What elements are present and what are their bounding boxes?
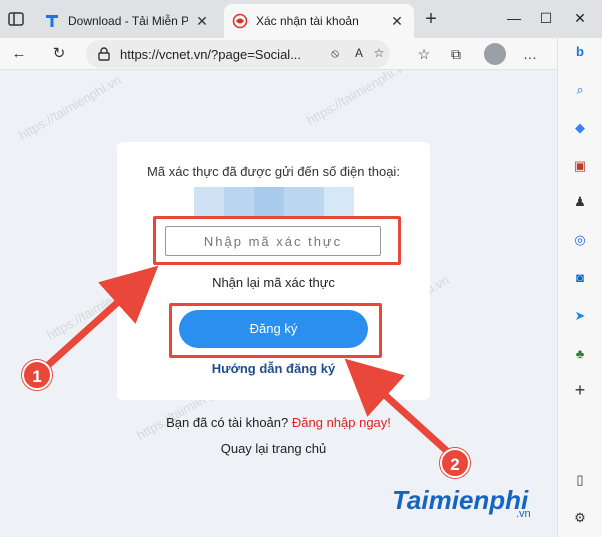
tree-icon[interactable]: ♣ — [570, 344, 590, 364]
sidebar-toggle-icon[interactable]: ▯ — [570, 470, 590, 490]
microsoft365-icon[interactable]: ◎ — [570, 230, 590, 250]
add-icon[interactable]: + — [570, 380, 590, 400]
taimienphi-logo: Taimienphi — [392, 485, 529, 515]
settings-icon[interactable]: ⚙ — [570, 508, 590, 528]
search-icon[interactable]: ⌕ — [570, 80, 590, 100]
outlook-icon[interactable]: ◙ — [570, 268, 590, 288]
annotation-arrows — [42, 265, 452, 456]
edge-sidebar: b ⌕ ◆ ▣ ♟ ◎ ◙ ➤ ♣ + ▯ ⚙ — [557, 38, 602, 537]
tools-icon[interactable]: ▣ — [570, 156, 590, 176]
drop-icon[interactable]: ➤ — [570, 306, 590, 326]
step-badge-1: 1 — [22, 360, 52, 390]
taimienphi-logo-suffix: .vn — [516, 508, 531, 520]
games-icon[interactable]: ♟ — [570, 192, 590, 212]
browser-window: Download - Tải Miễn Phí VN ✕ Xác nhận tà… — [0, 0, 602, 537]
bing-icon[interactable]: b — [570, 42, 590, 62]
shopping-icon[interactable]: ◆ — [570, 118, 590, 138]
step-badge-2: 2 — [440, 448, 470, 478]
